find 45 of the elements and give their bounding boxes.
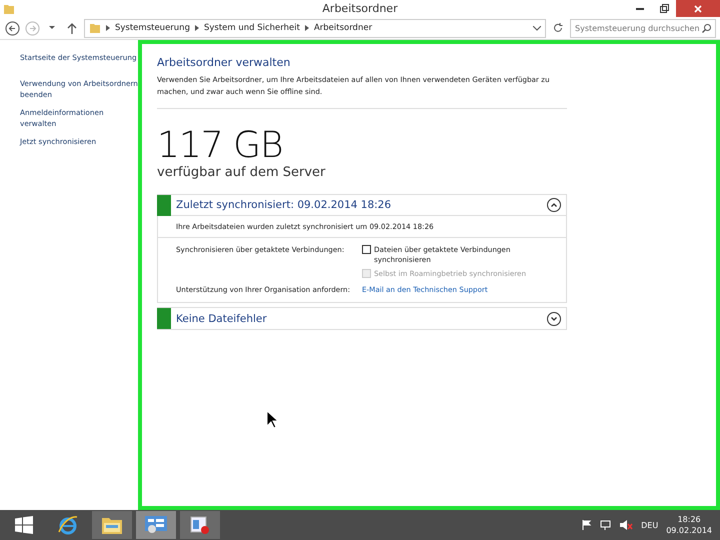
speaker-muted-icon <box>620 520 634 530</box>
network-icon <box>600 520 612 530</box>
folder-icon <box>101 515 123 535</box>
chevron-up-icon <box>551 203 557 207</box>
caret-icon <box>49 26 55 30</box>
chevron-icon <box>304 25 309 31</box>
expand-button[interactable] <box>547 312 561 326</box>
chevron-down-icon <box>533 26 541 30</box>
address-bar[interactable]: Systemsteuerung System und Sicherheit Arbeitsordner <box>84 18 546 38</box>
search-field[interactable]: Systemsteuerung durchsuchen <box>570 18 716 38</box>
chevron-down-icon <box>551 316 557 320</box>
chevron-icon <box>106 25 110 31</box>
folder-icon <box>89 22 101 34</box>
minimize-icon <box>636 8 644 10</box>
back-button[interactable] <box>4 20 20 36</box>
section-title: Keine Dateifehler <box>176 312 268 324</box>
breadcrumb[interactable]: System und Sicherheit <box>204 23 300 33</box>
mouse-cursor-icon <box>266 410 278 429</box>
collapse-button[interactable] <box>547 198 561 212</box>
browser-icon <box>57 514 79 536</box>
up-arrow-icon <box>67 22 77 34</box>
close-button[interactable] <box>676 0 720 17</box>
windows-logo-icon <box>15 516 33 534</box>
breadcrumb[interactable]: Systemsteuerung <box>115 23 190 33</box>
refresh-icon <box>553 23 563 33</box>
page-heading: Arbeitsordner verwalten <box>157 56 292 69</box>
section-title: Zuletzt synchronisiert: 09.02.2014 18:26 <box>176 199 392 211</box>
close-icon <box>694 4 702 12</box>
folder-icon <box>3 2 15 14</box>
taskbar-app[interactable] <box>136 511 176 539</box>
flag-icon <box>582 520 592 530</box>
restore-icon <box>660 4 668 13</box>
breadcrumb[interactable]: Arbeitsordner <box>314 23 372 33</box>
capacity-value: 117 GB <box>157 127 284 165</box>
clock[interactable]: 18:26 09.02.2014 <box>666 514 712 536</box>
taskbar-app[interactable] <box>92 511 132 539</box>
search-icon <box>702 24 711 32</box>
app-window-icon <box>190 515 210 535</box>
capacity-label: verfügbar auf dem Server <box>157 165 326 180</box>
taskbar-app[interactable] <box>180 511 220 539</box>
chevron-icon <box>194 25 199 31</box>
language-indicator[interactable]: DEU <box>641 520 658 530</box>
control-panel-icon <box>144 515 168 535</box>
window-title: Arbeitsordner <box>322 2 398 15</box>
checkbox[interactable] <box>362 245 371 254</box>
